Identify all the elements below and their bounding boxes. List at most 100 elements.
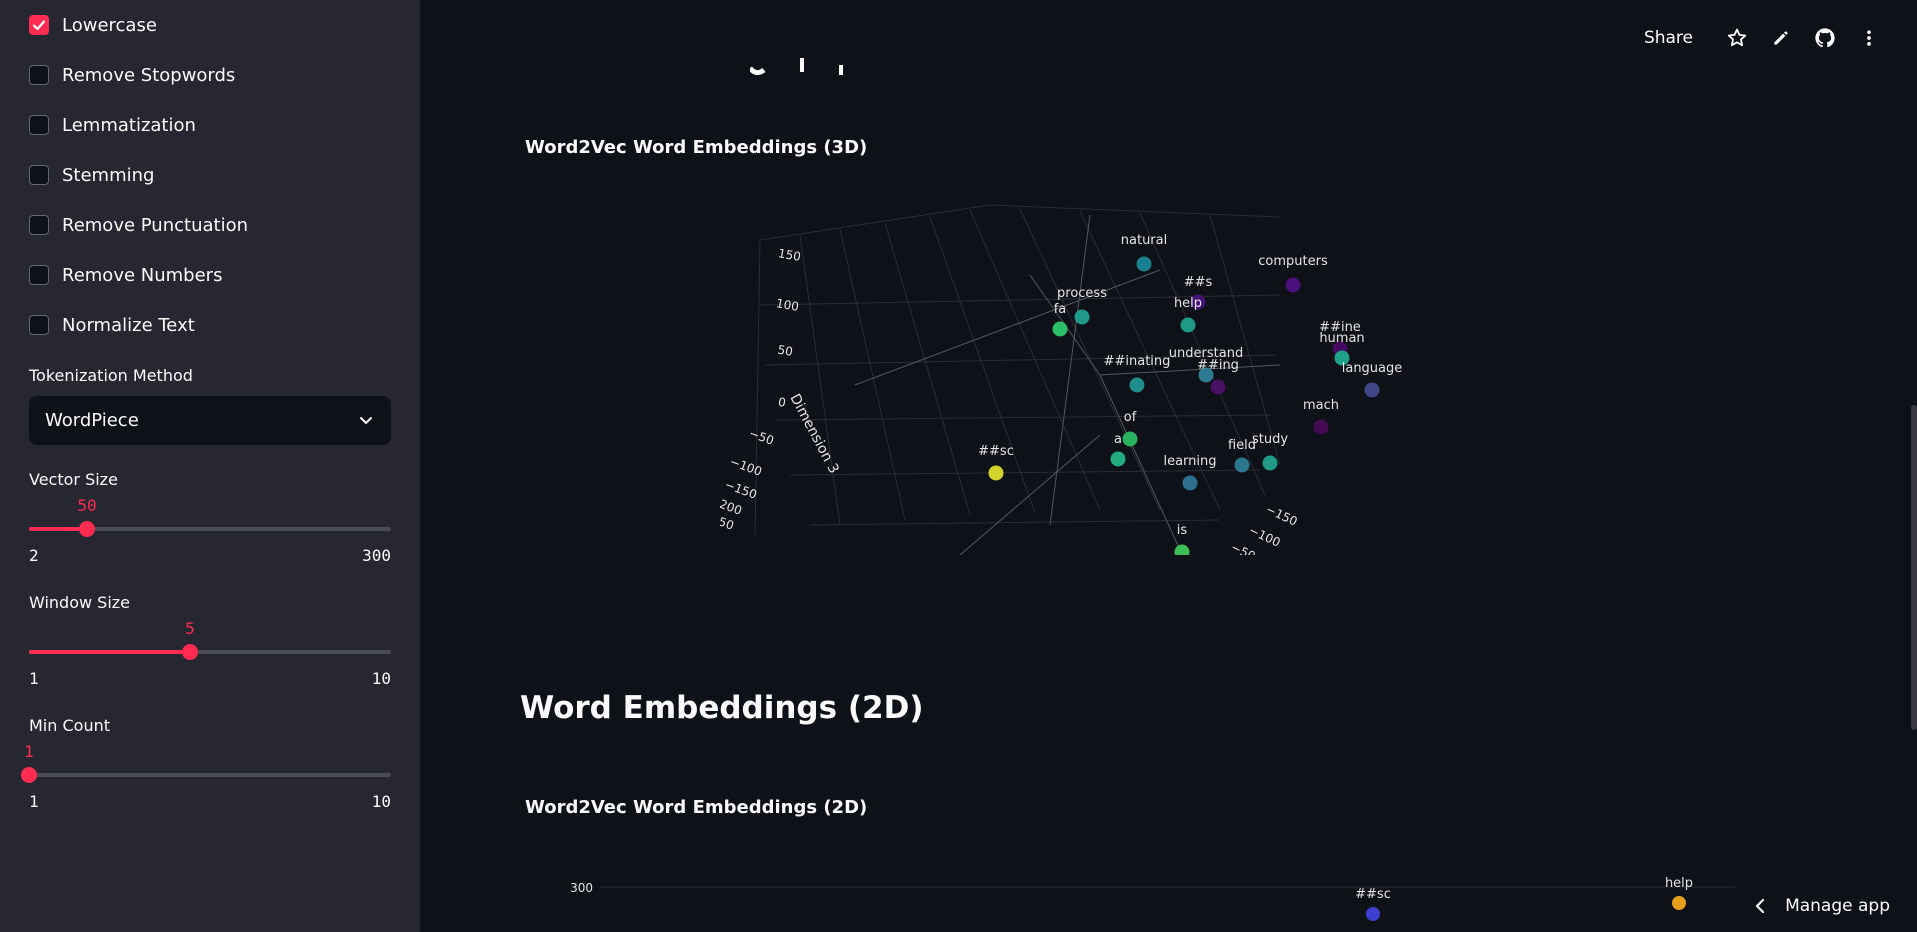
remove-numbers-checkbox[interactable]: Remove Numbers — [29, 263, 222, 287]
data-point-marker[interactable] — [1285, 277, 1301, 293]
data-point-marker[interactable] — [1052, 321, 1068, 337]
data-point-3d[interactable]: language — [1342, 361, 1403, 398]
data-point-marker[interactable] — [1262, 455, 1278, 471]
vector-size-slider[interactable]: 50 2 300 — [29, 492, 391, 572]
data-point-label: help — [1665, 876, 1693, 891]
data-point-label: ##ing — [1197, 358, 1239, 373]
data-point-3d[interactable]: help — [1174, 296, 1202, 333]
page-scrollbar[interactable] — [1911, 405, 1917, 730]
slider-max: 10 — [371, 669, 391, 688]
checkbox-box[interactable] — [29, 115, 49, 135]
normalize-text-checkbox[interactable]: Normalize Text — [29, 313, 195, 337]
data-point-marker[interactable] — [1136, 256, 1152, 272]
data-point-marker[interactable] — [1182, 475, 1198, 491]
slider-min: 1 — [29, 669, 39, 688]
stemming-checkbox[interactable]: Stemming — [29, 163, 154, 187]
lemmatization-checkbox[interactable]: Lemmatization — [29, 113, 196, 137]
vector-size-label: Vector Size — [29, 470, 118, 489]
checkbox-label: Remove Numbers — [62, 264, 223, 286]
word-embeddings-2d-chart[interactable]: 300 ##schelplanguage — [520, 870, 1917, 932]
slider-value: 5 — [185, 619, 195, 638]
data-point-marker[interactable] — [1672, 896, 1686, 910]
word-embeddings-3d-chart[interactable]: 150100500−50−100−150−200−250 −150−100−50… — [720, 195, 1680, 555]
main-content: Word2Vec Word Embeddings (3D) 150 100 50… — [420, 0, 1917, 932]
sidebar: Lowercase Remove Stopwords Lemmatization… — [0, 0, 420, 932]
data-point-label: learning — [1163, 454, 1216, 469]
grid-line — [1209, 214, 1281, 466]
data-point-marker[interactable] — [1122, 431, 1138, 447]
slider-track[interactable] — [29, 773, 391, 777]
checkbox-label: Remove Punctuation — [62, 214, 248, 236]
grid-line — [929, 216, 1036, 514]
slider-thumb[interactable] — [21, 767, 37, 783]
remove-stopwords-checkbox[interactable]: Remove Stopwords — [29, 63, 235, 87]
data-point-3d[interactable]: study — [1252, 432, 1288, 471]
data-point-label: of — [1124, 410, 1137, 425]
checkbox-label: Lowercase — [62, 14, 157, 36]
slider-max: 300 — [362, 546, 391, 565]
data-point-label: ##s — [1184, 275, 1213, 290]
z-axis-label: Dimension 3 — [786, 391, 841, 476]
chart-2d-title: Word2Vec Word Embeddings (2D) — [525, 797, 868, 818]
manage-app-label: Manage app — [1785, 896, 1890, 916]
data-point-marker[interactable] — [1174, 544, 1190, 556]
checkbox-checked-icon[interactable] — [29, 15, 49, 35]
data-point-3d[interactable]: mach — [1303, 398, 1339, 435]
data-point-2d[interactable]: ##sc — [1355, 887, 1391, 921]
grid-line — [799, 234, 841, 526]
data-point-label: ##sc — [1355, 887, 1391, 902]
heading-glyph-fragment — [839, 65, 843, 75]
slider-thumb[interactable] — [79, 521, 95, 537]
z-tick-label: 0 — [777, 395, 787, 410]
data-point-label: computers — [1258, 254, 1328, 269]
data-point-marker[interactable] — [1313, 419, 1329, 435]
grid-line — [989, 204, 1281, 218]
data-point-marker[interactable] — [1129, 377, 1145, 393]
data-point-marker[interactable] — [1074, 309, 1090, 325]
data-point-3d[interactable]: computers — [1258, 254, 1328, 293]
checkbox-box[interactable] — [29, 315, 49, 335]
data-point-marker[interactable] — [1110, 451, 1126, 467]
slider-fill — [29, 650, 190, 654]
z-tick-label: 50 — [776, 343, 793, 359]
slider-thumb[interactable] — [182, 644, 198, 660]
data-point-3d[interactable]: is — [1174, 523, 1190, 556]
data-point-3d[interactable]: fa — [1052, 302, 1068, 337]
data-point-label: ##inating — [1104, 354, 1171, 369]
lowercase-checkbox[interactable]: Lowercase — [29, 13, 157, 37]
checkbox-box[interactable] — [29, 65, 49, 85]
checkbox-label: Lemmatization — [62, 114, 196, 136]
data-point-label: help — [1174, 296, 1202, 311]
grid-line — [809, 519, 1221, 526]
data-point-label: language — [1342, 361, 1403, 376]
data-point-label: mach — [1303, 398, 1339, 413]
min-count-slider[interactable]: 1 1 10 — [21, 738, 391, 818]
heading-glyph-fragment — [750, 66, 766, 76]
data-point-marker[interactable] — [1210, 379, 1226, 395]
y-tick-label: −150 — [1264, 502, 1300, 529]
data-point-label: human — [1319, 331, 1364, 346]
data-point-label: study — [1252, 432, 1288, 447]
y-tick-label: −100 — [1247, 523, 1283, 550]
data-point-3d[interactable]: ##sc — [978, 444, 1014, 481]
tokenization-select[interactable]: WordPiece — [29, 396, 391, 445]
slider-min: 2 — [29, 546, 39, 565]
data-point-marker[interactable] — [1366, 907, 1380, 921]
checkbox-box[interactable] — [29, 265, 49, 285]
min-count-label: Min Count — [29, 716, 110, 735]
remove-punctuation-checkbox[interactable]: Remove Punctuation — [29, 213, 248, 237]
manage-app-button[interactable]: Manage app — [1740, 880, 1917, 932]
data-point-marker[interactable] — [1234, 457, 1250, 473]
z-tick-label: −200 — [720, 493, 744, 517]
checkbox-box[interactable] — [29, 165, 49, 185]
data-point-marker[interactable] — [988, 465, 1004, 481]
data-point-marker[interactable] — [1180, 317, 1196, 333]
data-point-3d[interactable]: natural — [1121, 233, 1167, 272]
window-size-slider[interactable]: 5 1 10 — [29, 615, 391, 695]
data-point-marker[interactable] — [1364, 382, 1380, 398]
checkbox-box[interactable] — [29, 215, 49, 235]
data-point-2d[interactable]: help — [1665, 876, 1693, 910]
slider-value: 50 — [77, 496, 97, 515]
chevron-down-icon[interactable] — [357, 411, 375, 434]
z-tick-label: 150 — [777, 246, 802, 264]
